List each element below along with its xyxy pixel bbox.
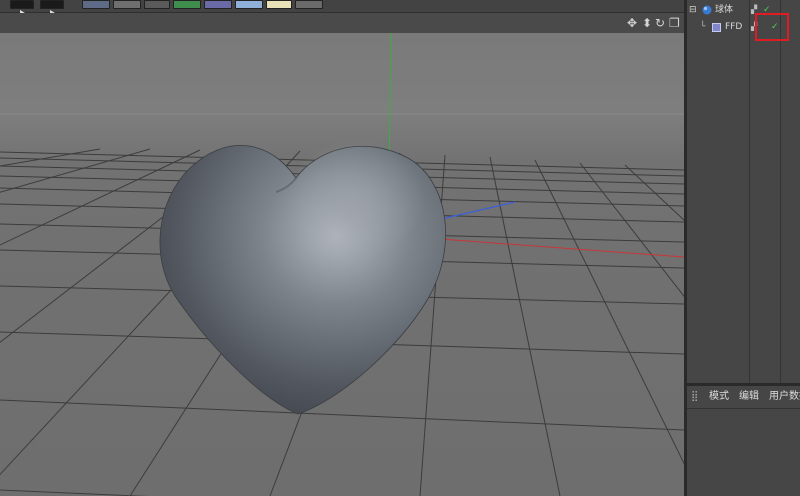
main-toolbar bbox=[0, 0, 684, 16]
scale-view-icon[interactable]: ⬍ bbox=[642, 15, 652, 31]
play-render-icon[interactable] bbox=[40, 0, 64, 16]
object-name[interactable]: 球体 bbox=[715, 3, 733, 17]
viewport-header: ✥ ⬍ ↻ ❐ bbox=[0, 13, 684, 33]
3d-viewport[interactable] bbox=[0, 33, 684, 496]
attribute-tabs: ⣿ 模式 编辑 用户数据 bbox=[687, 386, 800, 409]
grip-icon[interactable]: ⣿ bbox=[691, 389, 698, 405]
light-icon[interactable] bbox=[295, 0, 323, 9]
pen-icon[interactable] bbox=[144, 0, 170, 9]
tab-edit[interactable]: 编辑 bbox=[739, 389, 759, 405]
highlight-box bbox=[755, 13, 789, 41]
sphere-icon bbox=[702, 5, 712, 15]
maximize-view-icon[interactable]: ❐ bbox=[669, 15, 680, 31]
rotate-view-icon[interactable]: ↻ bbox=[655, 15, 665, 31]
object-manager: ⊟ 球体 ▞ ✓ └ FFD ▞ ✓ bbox=[687, 0, 800, 383]
column-separator bbox=[749, 0, 750, 383]
cube-icon[interactable] bbox=[82, 0, 110, 9]
column-separator bbox=[780, 0, 781, 383]
play-icon[interactable] bbox=[10, 0, 34, 16]
floor-icon[interactable] bbox=[235, 0, 263, 9]
green-object-icon[interactable] bbox=[173, 0, 201, 9]
camera-icon[interactable] bbox=[266, 0, 292, 9]
move-view-icon[interactable]: ✥ bbox=[627, 15, 637, 31]
tab-user-data[interactable]: 用户数据 bbox=[769, 389, 800, 405]
purple-object-icon[interactable] bbox=[204, 0, 232, 9]
viewport-canvas bbox=[0, 33, 684, 496]
tree-branch-line: └ bbox=[700, 22, 706, 32]
ffd-icon bbox=[712, 23, 721, 32]
target-icon[interactable] bbox=[113, 0, 141, 9]
heart-mesh bbox=[159, 140, 446, 415]
attribute-manager: ⣿ 模式 编辑 用户数据 bbox=[687, 386, 800, 496]
tab-mode[interactable]: 模式 bbox=[709, 389, 729, 405]
x-axis-line bbox=[439, 238, 684, 258]
tree-expand-icon[interactable]: ⊟ bbox=[689, 3, 697, 17]
object-name[interactable]: FFD bbox=[725, 20, 742, 34]
